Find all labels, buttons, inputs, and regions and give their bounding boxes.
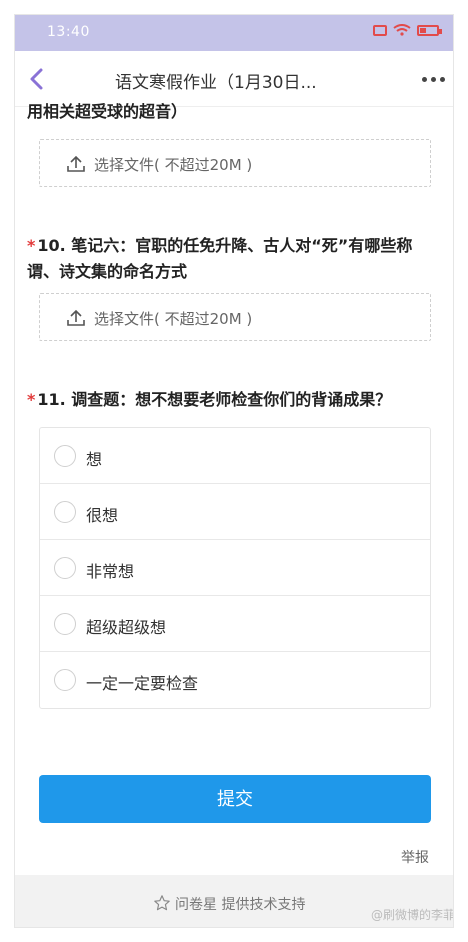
status-time: 13:40 [47, 24, 90, 40]
back-arrow-icon[interactable] [25, 67, 49, 91]
option-label: 很想 [86, 506, 119, 525]
option-label: 超级超级想 [86, 618, 167, 637]
watermark: @刷微博的李菲 [370, 908, 454, 922]
report-link[interactable]: 举报 [401, 847, 429, 867]
option-item[interactable]: 非常想 [40, 540, 430, 596]
question-text: 11. 调查题：想不想要老师检查你们的背诵成果？ [37, 390, 392, 409]
option-item[interactable]: 想 [40, 428, 430, 484]
clipped-question-text: 用相关超受球的超音） [27, 102, 188, 121]
question-title: * 11. 调查题：想不想要老师检查你们的背诵成果？ [27, 387, 437, 413]
option-label: 非常想 [86, 562, 135, 581]
dot [431, 77, 436, 82]
submit-button[interactable]: 提交 [39, 775, 431, 823]
powered-by-text: 问卷星 提供技术支持 [175, 897, 306, 913]
radio-button[interactable] [54, 557, 76, 579]
phone-frame: 13:40 语文寒假作业（1月30日... 用相关超受球的超音） 选择文件(不… [14, 14, 454, 928]
required-mark: * [27, 390, 36, 409]
sim-icon [373, 24, 387, 36]
star-icon [154, 895, 170, 911]
option-label: 想 [86, 450, 103, 469]
upload-icon [67, 309, 85, 326]
required-mark: * [27, 236, 36, 255]
status-icons [373, 24, 442, 36]
battery-fill [420, 27, 426, 33]
option-list: 想 很想 非常想 超级超级想 一定一定要检查 [39, 427, 431, 709]
footer: 问卷星 提供技术支持 @刷微博的李菲 [15, 875, 454, 927]
question-text: 10. 笔记六：官职的任免升降、古人对“死”有哪些称谓、诗文集的命名方式 [27, 236, 413, 281]
radio-button[interactable] [54, 613, 76, 635]
option-item[interactable]: 一定一定要检查 [40, 652, 430, 708]
option-label: 一定一定要检查 [86, 674, 199, 693]
dot [422, 77, 427, 82]
question-title: * 10. 笔记六：官职的任免升降、古人对“死”有哪些称谓、诗文集的命名方式 [27, 233, 437, 285]
file-upload-button[interactable]: 选择文件( 不超过20M ) [39, 293, 431, 341]
dot [440, 77, 445, 82]
upload-icon [67, 155, 85, 172]
radio-button[interactable] [54, 445, 76, 467]
radio-button[interactable] [54, 669, 76, 691]
file-upload-button[interactable]: 选择文件( 不超过20M ) [39, 139, 431, 187]
battery-icon [417, 24, 442, 36]
status-bar: 13:40 [15, 15, 453, 51]
page-title: 语文寒假作业（1月30日... [115, 73, 317, 93]
wifi-icon [393, 24, 411, 36]
upload-label: 选择文件( 不超过20M ) [94, 310, 253, 328]
upload-label: 选择文件( 不超过20M ) [94, 156, 253, 174]
radio-button[interactable] [54, 501, 76, 523]
option-item[interactable]: 超级超级想 [40, 596, 430, 652]
more-options-icon[interactable] [422, 77, 445, 82]
option-item[interactable]: 很想 [40, 484, 430, 540]
